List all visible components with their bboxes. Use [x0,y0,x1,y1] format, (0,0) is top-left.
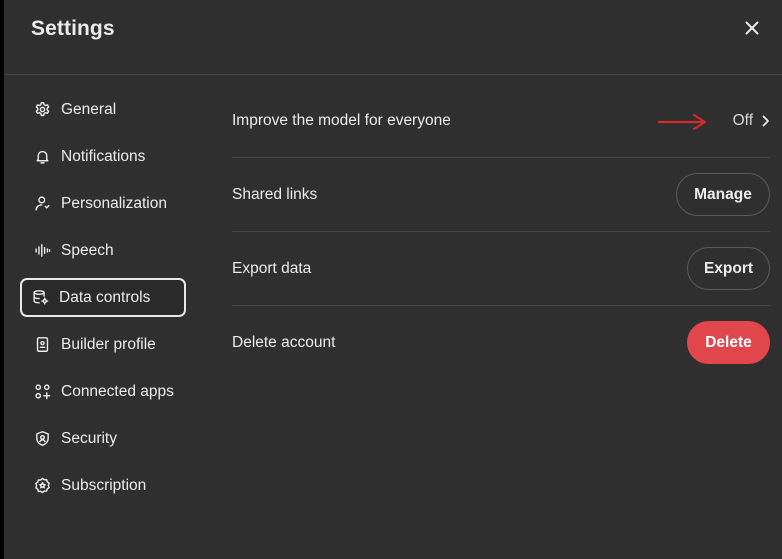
manage-button[interactable]: Manage [676,173,770,216]
export-data-row: Export data Export [232,232,770,306]
sidebar-item-label: General [61,100,117,118]
improve-model-row: Improve the model for everyone Off [232,85,770,158]
improve-model-toggle[interactable]: Off [733,112,770,130]
dialog-title: Settings [31,17,115,40]
database-gear-icon [32,289,49,306]
sidebar-item-label: Subscription [61,476,147,494]
person-icon [34,195,51,212]
sidebar-item-data-controls[interactable]: Data controls [20,278,186,317]
shield-icon [34,430,51,447]
sidebar-item-general[interactable]: General [20,90,186,129]
dialog-header: Settings [4,0,782,75]
sidebar-item-label: Personalization [61,194,167,212]
export-button[interactable]: Export [687,247,770,290]
annotation-arrow-icon [658,113,707,131]
sidebar-item-subscription[interactable]: Subscription [20,466,186,505]
id-card-icon [34,336,51,353]
apps-grid-icon [34,383,51,400]
delete-account-row: Delete account Delete [232,306,770,379]
close-button[interactable] [739,15,765,41]
sidebar-item-connected-apps[interactable]: Connected apps [20,372,186,411]
delete-button[interactable]: Delete [687,321,770,364]
improve-model-value: Off [732,112,753,129]
export-data-label: Export data [232,259,312,277]
sidebar-item-label: Notifications [61,147,146,165]
settings-sidebar: General Notifications Personalization Sp… [20,90,186,513]
gear-icon [34,101,51,118]
bell-icon [34,148,51,165]
sidebar-item-speech[interactable]: Speech [20,231,186,270]
improve-model-label: Improve the model for everyone [232,112,451,129]
waveform-icon [34,242,51,259]
sidebar-item-label: Security [61,429,117,447]
badge-icon [34,477,51,494]
sidebar-item-label: Speech [61,241,114,259]
sidebar-item-notifications[interactable]: Notifications [20,137,186,176]
sidebar-item-personalization[interactable]: Personalization [20,184,186,223]
sidebar-item-builder-profile[interactable]: Builder profile [20,325,186,364]
close-icon [745,21,759,35]
settings-dialog: Settings General Notifications Personali… [4,0,782,559]
data-controls-panel: Improve the model for everyone Off Share… [232,85,770,379]
sidebar-item-security[interactable]: Security [20,419,186,458]
sidebar-item-label: Data controls [59,288,151,306]
chevron-right-icon [762,115,770,127]
delete-account-label: Delete account [232,333,336,351]
shared-links-row: Shared links Manage [232,158,770,232]
sidebar-item-label: Connected apps [61,382,174,400]
shared-links-label: Shared links [232,185,318,203]
sidebar-item-label: Builder profile [61,335,156,353]
